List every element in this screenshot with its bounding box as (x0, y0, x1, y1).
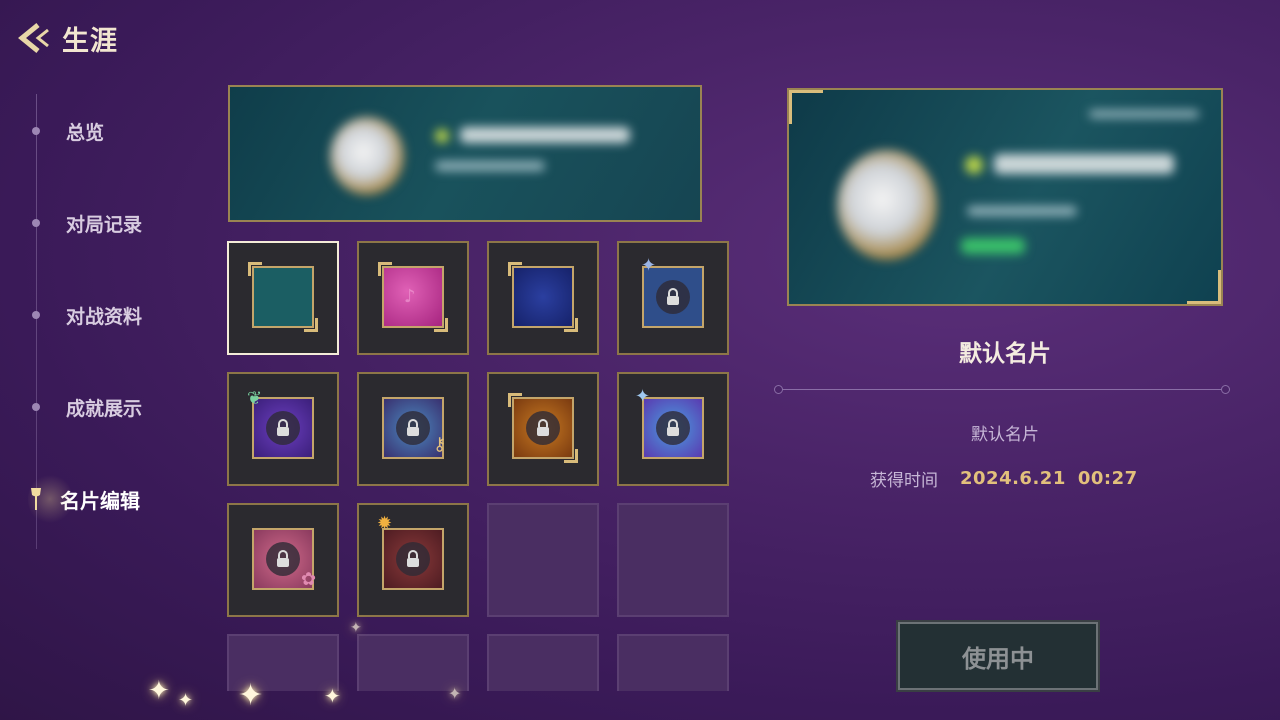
frame-corner (564, 318, 578, 332)
player-name-blur (460, 127, 630, 143)
lock-icon (266, 411, 300, 445)
header: 生涯 (14, 18, 118, 58)
leaf-deco-icon: ❦ (247, 388, 263, 409)
card-tile-default[interactable] (227, 241, 339, 355)
in-use-button[interactable]: 使用中 (896, 620, 1100, 692)
sidebar-item-label: 对局记录 (66, 213, 143, 236)
card-thumb (382, 528, 444, 590)
empty-slot (487, 634, 599, 691)
sidebar-item-battle-stats[interactable]: 对战资料 (28, 295, 198, 335)
card-thumb: ♪ (378, 262, 448, 332)
card-tile-locked[interactable]: ❦ (227, 372, 339, 486)
lock-icon (396, 542, 430, 576)
acquired-info: 获得时间 2024.6.21 00:27 (870, 466, 1138, 491)
page-title: 生涯 (62, 25, 118, 57)
card-tile-locked[interactable] (487, 372, 599, 486)
corner-text-blur (1089, 110, 1199, 118)
nav-dot-icon (32, 219, 40, 227)
nav-dot-icon (32, 127, 40, 135)
blurred-content (789, 90, 1221, 304)
card-tile-locked[interactable]: ✹ (357, 503, 469, 617)
sparkle-icon: ✦ (448, 684, 462, 703)
frame-corner (564, 449, 578, 463)
empty-slot (617, 503, 729, 617)
empty-slot (487, 503, 599, 617)
frame-corner (248, 262, 262, 276)
sparkle-icon: ✦ (178, 690, 194, 711)
nav-dot-icon (32, 403, 40, 411)
sidebar-item-overview[interactable]: 总览 (28, 111, 198, 151)
player-name-blur (994, 154, 1174, 174)
blurred-content (230, 87, 700, 220)
frame-corner (508, 393, 522, 407)
sidebar-item-label: 名片编辑 (60, 488, 140, 513)
avatar (837, 150, 937, 260)
lock-icon (526, 411, 560, 445)
card-tile-locked[interactable]: ✦ (617, 241, 729, 355)
lock-icon (656, 280, 690, 314)
flower-deco-icon: ✿ (301, 569, 317, 590)
lock-icon (396, 411, 430, 445)
selected-card-preview (787, 88, 1223, 306)
avatar (330, 117, 404, 195)
card-tile-locked[interactable]: ✿ (227, 503, 339, 617)
divider-dot-icon (774, 385, 783, 394)
sparkle-icon: ✦ (238, 678, 264, 713)
sidebar-item-achievements[interactable]: 成就展示 (28, 387, 198, 427)
card-grid: ♪ ✦ ❦ ⚷ ✦ ✿ ✹ (227, 241, 737, 691)
sparkle-icon: ✦ (148, 676, 170, 706)
card-tile-locked[interactable]: ⚷ (357, 372, 469, 486)
acquired-time: 00:27 (1077, 468, 1138, 489)
empty-slot (617, 634, 729, 691)
badge-blur (961, 238, 1025, 254)
sidebar-item-card-edit[interactable]: 名片编辑 (14, 473, 184, 525)
sidebar-item-match-history[interactable]: 对局记录 (28, 203, 198, 243)
status-dot-icon (965, 156, 983, 174)
card-thumb (642, 397, 704, 459)
sidebar-item-label: 对战资料 (66, 305, 143, 328)
acquired-label: 获得时间 (870, 471, 938, 491)
card-tile-navy[interactable] (487, 241, 599, 355)
sparkle-icon: ✦ (350, 620, 362, 636)
frame-corner (434, 318, 448, 332)
creature-deco-icon: ✦ (641, 255, 657, 276)
sidebar-nav: 总览 对局记录 对战资料 成就展示 名片编辑 (0, 86, 210, 556)
frame-corner (508, 262, 522, 276)
card-tile-pink[interactable]: ♪ (357, 241, 469, 355)
card-thumb (508, 393, 578, 463)
sidebar-item-label: 总览 (66, 121, 105, 144)
card-name: 默认名片 (959, 341, 1051, 367)
player-info-blur (967, 206, 1077, 216)
back-arrow-icon[interactable] (14, 18, 54, 58)
dragon-deco-icon: ✦ (635, 386, 651, 407)
selected-marker-icon (31, 488, 41, 510)
player-info-blur (435, 161, 545, 171)
music-note-icon: ♪ (404, 286, 416, 307)
divider (774, 385, 1230, 394)
sidebar-item-label: 成就展示 (66, 397, 143, 420)
card-tile-locked[interactable]: ✦ (617, 372, 729, 486)
key-deco-icon: ⚷ (433, 434, 447, 455)
card-description: 默认名片 (971, 425, 1039, 445)
empty-slot (357, 634, 469, 691)
mascot-deco-icon: ✹ (377, 513, 393, 534)
frame-corner (378, 262, 392, 276)
frame-corner (304, 318, 318, 332)
card-thumb (508, 262, 578, 332)
status-dot-icon (435, 129, 449, 143)
acquired-date: 2024.6.21 (960, 468, 1066, 489)
divider-dot-icon (1221, 385, 1230, 394)
nav-dot-icon (32, 311, 40, 319)
name-card-preview (228, 85, 702, 222)
lock-icon (656, 411, 690, 445)
lock-icon (266, 542, 300, 576)
card-thumb (248, 262, 318, 332)
sparkle-icon: ✦ (324, 684, 341, 708)
